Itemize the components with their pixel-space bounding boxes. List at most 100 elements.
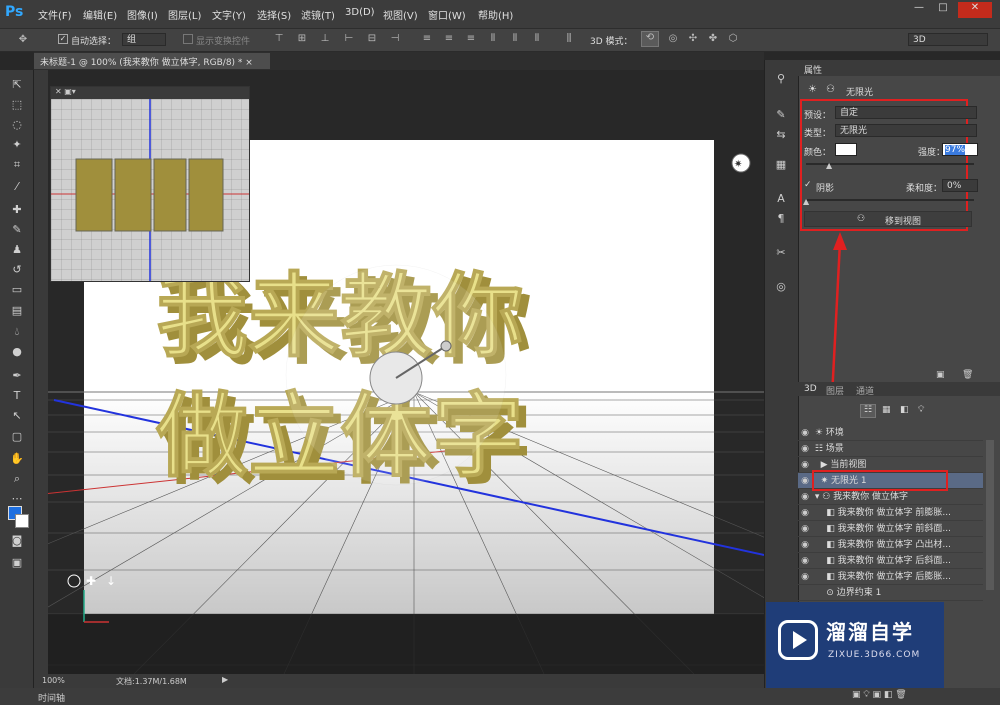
layers-scrollbar[interactable] (986, 440, 994, 590)
align-bottom-icon[interactable]: ⊥ (318, 33, 332, 45)
distribute-top-icon[interactable]: ≡ (420, 33, 434, 45)
auto-select-dropdown[interactable]: 组 (122, 33, 166, 46)
menu-help[interactable]: 帮助(H) (478, 7, 513, 22)
dodge-tool-icon[interactable]: ● (6, 345, 28, 361)
align-top-icon[interactable]: ⊤ (272, 33, 286, 45)
light-coordinates-icon[interactable]: ⚇ (826, 84, 835, 95)
pen-tool-icon[interactable]: ✒ (6, 369, 28, 385)
eye-icon[interactable]: ◉ (798, 492, 812, 502)
paragraph-panel-icon[interactable]: ¶ (772, 212, 790, 228)
slide-3d-icon[interactable]: ✤ (706, 33, 720, 45)
eraser-tool-icon[interactable]: ▭ (6, 283, 28, 299)
canvas-area[interactable]: 我来教你 我来教你 做立体字 做立体字 ✷ ✚ ↓ ✕ ▣▾ (34, 70, 764, 674)
eye-icon[interactable]: ◉ (798, 524, 812, 534)
layer-row-environment[interactable]: ◉ ☀ 环境 (798, 425, 983, 441)
layer-row-text-group[interactable]: ◉ ▾ ⚇ 我来教你 做立体字 (798, 489, 983, 505)
show-transform-checkbox[interactable] (183, 34, 193, 44)
hand-tool-icon[interactable]: ✋ (6, 452, 28, 468)
tab-layers[interactable]: 图层 (826, 384, 844, 397)
eye-icon[interactable]: ◉ (798, 476, 812, 486)
filter-materials-icon[interactable]: ◧ (900, 405, 909, 415)
eye-icon[interactable]: ◉ (798, 428, 812, 438)
align-right-icon[interactable]: ⊣ (388, 33, 402, 45)
3d-panel-icon[interactable]: ◎ (772, 280, 790, 296)
blur-tool-icon[interactable]: 💧︎ (6, 325, 28, 341)
menu-type[interactable]: 文字(Y) (212, 7, 246, 22)
timeline-label[interactable]: 时间轴 (38, 691, 65, 704)
brush-panel-icon[interactable]: ✎ (772, 108, 790, 124)
distribute-hcenter-icon[interactable]: ⫴ (508, 33, 522, 45)
pan-3d-icon[interactable]: ✣ (686, 33, 700, 45)
distribute-bottom-icon[interactable]: ≡ (464, 33, 478, 45)
zoom-level[interactable]: 100% (42, 676, 65, 685)
brush-tool-icon[interactable]: ✎ (6, 223, 28, 239)
light-type-dropdown[interactable]: 无限光 (835, 124, 977, 137)
menu-3d[interactable]: 3D(D) (345, 7, 375, 18)
workspace-dropdown[interactable]: 3D (908, 33, 988, 46)
maximize-button[interactable]: □ (932, 2, 954, 18)
healing-brush-icon[interactable]: ✚ (6, 203, 28, 219)
align-vcenter-icon[interactable]: ⊞ (295, 33, 309, 45)
layer-row-front-inflation[interactable]: ◉ ◧ 我来教你 做立体字 前膨胀... (798, 505, 983, 521)
shadow-checkbox[interactable]: ✓ (804, 180, 812, 190)
crop-tool-icon[interactable]: ⌗ (6, 158, 28, 174)
align-left-icon[interactable]: ⊢ (342, 33, 356, 45)
lasso-tool-icon[interactable]: ◌ (6, 118, 28, 134)
marquee-tool-icon[interactable]: ⬚ (6, 98, 28, 114)
layer-row-front-bevel[interactable]: ◉ ◧ 我来教你 做立体字 前斜面... (798, 521, 983, 537)
timeline-panel-bar[interactable]: 时间轴 (0, 688, 1000, 705)
screen-mode-icon[interactable]: ▣ (6, 556, 28, 572)
layer-row-scene[interactable]: ◉ ☷ 场景 (798, 441, 983, 457)
eye-icon[interactable]: ◉ (798, 540, 812, 550)
roll-3d-icon[interactable]: ◎ (666, 33, 680, 45)
shape-tool-icon[interactable]: ▢ (6, 430, 28, 446)
zoom-tool-icon[interactable]: ⌕ (6, 472, 28, 488)
tab-channels[interactable]: 通道 (856, 384, 874, 397)
intensity-input[interactable]: 97% (945, 145, 966, 155)
tools-presets-icon[interactable]: ✂ (772, 246, 790, 262)
close-tab-icon[interactable]: × (245, 58, 253, 68)
properties-delete-icon[interactable]: 🗑︎ (962, 370, 973, 380)
path-select-icon[interactable]: ↖ (6, 409, 28, 425)
layer-row-back-inflation[interactable]: ◉ ◧ 我来教你 做立体字 后膨胀... (798, 569, 983, 585)
background-color-swatch[interactable] (15, 514, 29, 528)
layer-row-back-bevel[interactable]: ◉ ◧ 我来教你 做立体字 后斜面... (798, 553, 983, 569)
eyedropper-icon[interactable]: ⁄ (6, 180, 28, 196)
eye-icon[interactable]: ◉ (798, 444, 812, 454)
softness-input[interactable]: 0% (942, 179, 978, 192)
secondary-view-window[interactable]: ✕ ▣▾ (50, 86, 250, 282)
clone-source-icon[interactable]: ▦ (772, 158, 790, 174)
move-tool-icon[interactable]: ⇱ (6, 78, 28, 94)
history-panel-icon[interactable]: ⚲ (772, 72, 790, 88)
auto-align-icon[interactable]: ⫼ (562, 33, 576, 45)
move-to-view-button[interactable]: ⚇ 移到视图 (804, 211, 972, 227)
eye-icon[interactable]: ◉ (798, 556, 812, 566)
align-hcenter-icon[interactable]: ⊟ (365, 33, 379, 45)
stamp-tool-icon[interactable]: ♟ (6, 243, 28, 259)
menu-edit[interactable]: 编辑(E) (83, 7, 117, 22)
close-window-button[interactable]: ✕ (958, 2, 992, 18)
menu-file[interactable]: 文件(F) (38, 7, 72, 22)
softness-slider-thumb-icon[interactable]: ▲ (803, 197, 809, 206)
layer-row-boundary-constraint[interactable]: ⊙ 边界约束 1 (798, 585, 983, 601)
magic-wand-icon[interactable]: ✦ (6, 138, 28, 154)
scale-3d-icon[interactable]: ⬡ (726, 33, 740, 45)
distribute-right-icon[interactable]: ⫴ (530, 33, 544, 45)
layers-footer-icons[interactable]: ▣ 💡︎ ▣ ◧ 🗑︎ (852, 690, 907, 700)
light-color-swatch[interactable] (835, 143, 857, 156)
preset-dropdown[interactable]: 自定 (835, 106, 977, 119)
history-brush-icon[interactable]: ↺ (6, 263, 28, 279)
intensity-slider-thumb-icon[interactable]: ▲ (826, 161, 832, 170)
eye-icon[interactable]: ◉ (798, 572, 812, 582)
menu-filter[interactable]: 滤镜(T) (301, 7, 335, 22)
layer-row-extrusion-material[interactable]: ◉ ◧ 我来教你 做立体字 凸出材... (798, 537, 983, 553)
menu-select[interactable]: 选择(S) (257, 7, 291, 22)
document-tab[interactable]: 未标题-1 @ 100% (我来教你 做立体字, RGB/8) * × (34, 53, 270, 69)
properties-footer-icon[interactable]: ▣ (936, 370, 945, 380)
distribute-left-icon[interactable]: ⫴ (486, 33, 500, 45)
distribute-vcenter-icon[interactable]: ≡ (442, 33, 456, 45)
rotate-3d-icon[interactable]: ⟲ (641, 31, 659, 47)
status-menu-arrow-icon[interactable]: ▶ (222, 675, 228, 684)
filter-meshes-icon[interactable]: ▦ (882, 405, 891, 415)
type-tool-icon[interactable]: T (6, 389, 28, 405)
